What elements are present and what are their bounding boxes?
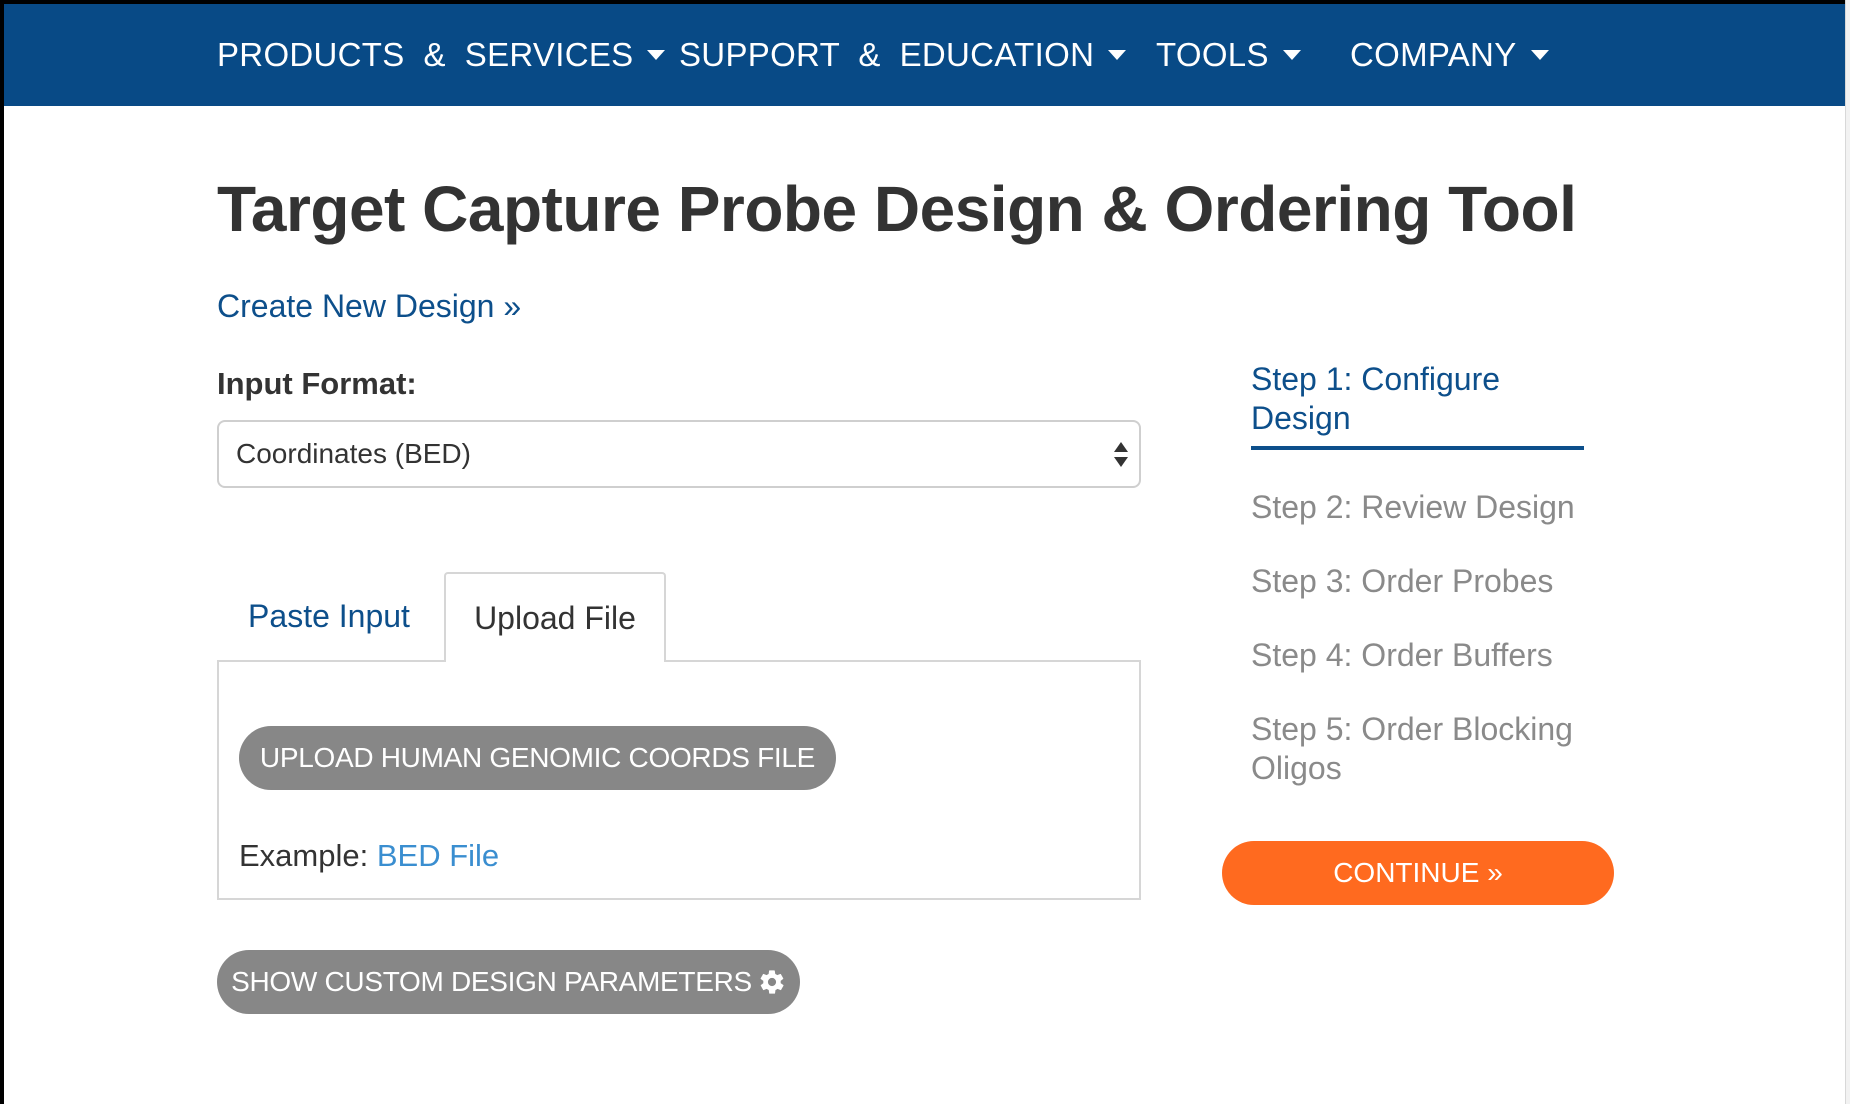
tab-paste-input[interactable]: Paste Input xyxy=(217,572,441,660)
caret-down-icon xyxy=(1530,50,1549,60)
example-line: Example: BED File xyxy=(239,838,499,874)
nav-label: SUPPORT & EDUCATION xyxy=(679,36,1095,73)
step-2-review-design[interactable]: Step 2: Review Design xyxy=(1251,488,1581,527)
top-navigation-bar: PRODUCTS & SERVICES SUPPORT & EDUCATION … xyxy=(4,4,1845,106)
caret-down-icon xyxy=(1108,50,1127,60)
nav-label: COMPANY xyxy=(1350,36,1517,73)
input-format-label: Input Format: xyxy=(217,366,417,401)
nav-support-education[interactable]: SUPPORT & EDUCATION xyxy=(679,4,1127,106)
input-format-select[interactable]: Coordinates (BED) xyxy=(217,420,1141,488)
nav-label: PRODUCTS & SERVICES xyxy=(217,36,634,73)
create-new-design-link[interactable]: Create New Design » xyxy=(217,288,521,325)
gear-icon xyxy=(760,970,784,994)
nav-products-services[interactable]: PRODUCTS & SERVICES xyxy=(217,4,666,106)
continue-button[interactable]: CONTINUE » xyxy=(1222,841,1614,905)
step-4-order-buffers[interactable]: Step 4: Order Buffers xyxy=(1251,636,1581,675)
params-button-label: SHOW CUSTOM DESIGN PARAMETERS xyxy=(231,966,752,997)
page-title: Target Capture Probe Design & Ordering T… xyxy=(217,173,1577,245)
bed-file-link[interactable]: BED File xyxy=(377,838,499,873)
window-frame-left xyxy=(0,0,4,1104)
nav-company[interactable]: COMPANY xyxy=(1350,4,1549,106)
active-step-underline xyxy=(1251,446,1584,450)
step-5-order-blocking-oligos[interactable]: Step 5: Order Blocking Oligos xyxy=(1251,710,1581,788)
show-custom-design-parameters-button[interactable]: SHOW CUSTOM DESIGN PARAMETERS xyxy=(217,950,800,1014)
nav-label: TOOLS xyxy=(1156,36,1269,73)
caret-down-icon xyxy=(1282,50,1301,60)
caret-down-icon xyxy=(647,50,666,60)
step-1-configure-design[interactable]: Step 1: Configure Design xyxy=(1251,360,1581,438)
input-format-value: Coordinates (BED) xyxy=(236,438,471,469)
upload-coords-file-button[interactable]: UPLOAD HUMAN GENOMIC COORDS FILE xyxy=(239,726,836,790)
step-3-order-probes[interactable]: Step 3: Order Probes xyxy=(1251,562,1581,601)
select-arrows-icon xyxy=(1113,442,1129,470)
scrollbar-track[interactable] xyxy=(1845,0,1850,1104)
example-label: Example: xyxy=(239,838,377,873)
tab-upload-file[interactable]: Upload File xyxy=(444,572,666,662)
nav-tools[interactable]: TOOLS xyxy=(1156,4,1301,106)
